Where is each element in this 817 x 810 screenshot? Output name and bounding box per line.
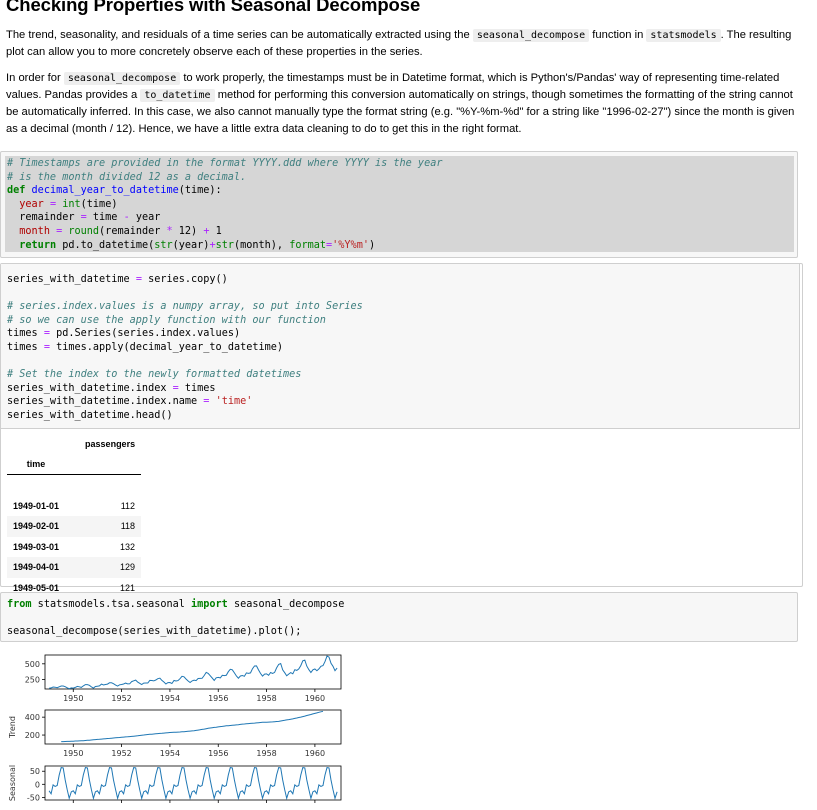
dataframe-table: passengers time 1949-01-01 112 1949-02-01 1…: [7, 434, 142, 598]
plot-axes-frame: [44, 765, 342, 801]
column-header: passengers: [85, 439, 136, 449]
row-value: 118: [65, 516, 142, 537]
y-tick-label: 400: [25, 713, 40, 722]
series-line-seasonal: [48, 767, 338, 801]
x-tick-label: 1952: [111, 749, 131, 758]
y-tick-label: -50: [27, 793, 40, 802]
code-cell-3[interactable]: from statsmodels.tsa.seasonal import sea…: [0, 592, 798, 642]
x-tick-label: 1954: [160, 749, 180, 758]
dataframe-output: passengers time 1949-01-01 112 1949-02-01 1…: [7, 434, 142, 598]
table-row: 1949-04-01 129: [7, 557, 142, 578]
table-row: 1949-02-01 118: [7, 516, 142, 537]
code-source[interactable]: # Timestamps are provided in the format …: [7, 157, 442, 252]
y-axis-label: Seasonal: [8, 765, 17, 801]
y-tick-label: 250: [25, 676, 40, 685]
x-tick-label: 1952: [111, 694, 131, 703]
inline-code: to_datetime: [140, 89, 215, 102]
row-index-date: 1949-01-01: [13, 500, 60, 511]
code-input-area[interactable]: series_with_datetime = series.copy() # s…: [1, 264, 800, 429]
x-tick-label: 1956: [208, 749, 228, 758]
row-value: 112: [120, 500, 136, 511]
decompose-plot: 500 250 1950 1952 1954 1956 1958 1960 400 200 1950…: [0, 645, 360, 810]
paragraph-text: In order for: [6, 72, 61, 84]
code-cell-2[interactable]: series_with_datetime = series.copy() # s…: [0, 263, 803, 593]
blank-header: [7, 434, 65, 454]
x-tick-label: 1950: [63, 694, 83, 703]
table-row: 1949-01-01 112: [7, 496, 141, 517]
inline-code: seasonal_decompose: [63, 72, 181, 85]
index-name: time: [26, 459, 46, 469]
x-tick-label: 1958: [256, 749, 276, 758]
x-tick-label: 1958: [256, 694, 276, 703]
x-tick-label: 1960: [305, 749, 325, 758]
row-value: 132: [120, 541, 136, 552]
y-axis-label: Trend: [8, 716, 17, 739]
y-tick-label: 500: [25, 660, 40, 669]
code-line: # Timestamps are provided in the format …: [7, 158, 443, 169]
row-index-date: 1949-04-01: [7, 557, 66, 578]
paragraph-text: function in: [592, 29, 644, 41]
code-line: # is the month divided 12 as a decimal.: [7, 171, 247, 183]
series-line-observed: [49, 655, 338, 690]
y-tick-label: 200: [25, 731, 40, 740]
y-tick-label: 50: [30, 767, 40, 776]
code-cell-1[interactable]: # Timestamps are provided in the format …: [0, 151, 798, 258]
row-value: 129: [65, 557, 142, 578]
table-row: 1949-03-01 132: [7, 537, 141, 558]
intro-paragraph-2: In order for seasonal_decompose to work …: [6, 70, 796, 138]
page-title: Checking Properties with Seasonal Decomp…: [6, 0, 421, 15]
series-line-trend: [61, 710, 324, 743]
row-index-date: 1949-02-01: [7, 516, 66, 537]
y-tick-label: 0: [35, 780, 40, 789]
paragraph-text: The trend, seasonality, and residuals of…: [6, 29, 470, 41]
decompose-plot-svg: 5002501950 1952 1954 1956 1958 19604002001950…: [8, 654, 342, 803]
x-tick-label: 1950: [63, 749, 83, 758]
code-source[interactable]: from statsmodels.tsa.seasonal import sea…: [7, 598, 344, 639]
plot-axes-frame: [44, 709, 342, 745]
code-source[interactable]: series_with_datetime = series.copy() # s…: [7, 273, 363, 423]
x-tick-label: 1960: [305, 694, 325, 703]
inline-code: seasonal_decompose: [472, 29, 590, 42]
row-index-date: 1949-03-01: [13, 541, 60, 552]
x-tick-label: 1954: [160, 694, 180, 703]
x-tick-label: 1956: [208, 694, 228, 703]
inline-code: statsmodels: [646, 29, 721, 42]
intro-paragraph-1: The trend, seasonality, and residuals of…: [6, 27, 796, 61]
plot-axes-frame: [44, 654, 342, 690]
